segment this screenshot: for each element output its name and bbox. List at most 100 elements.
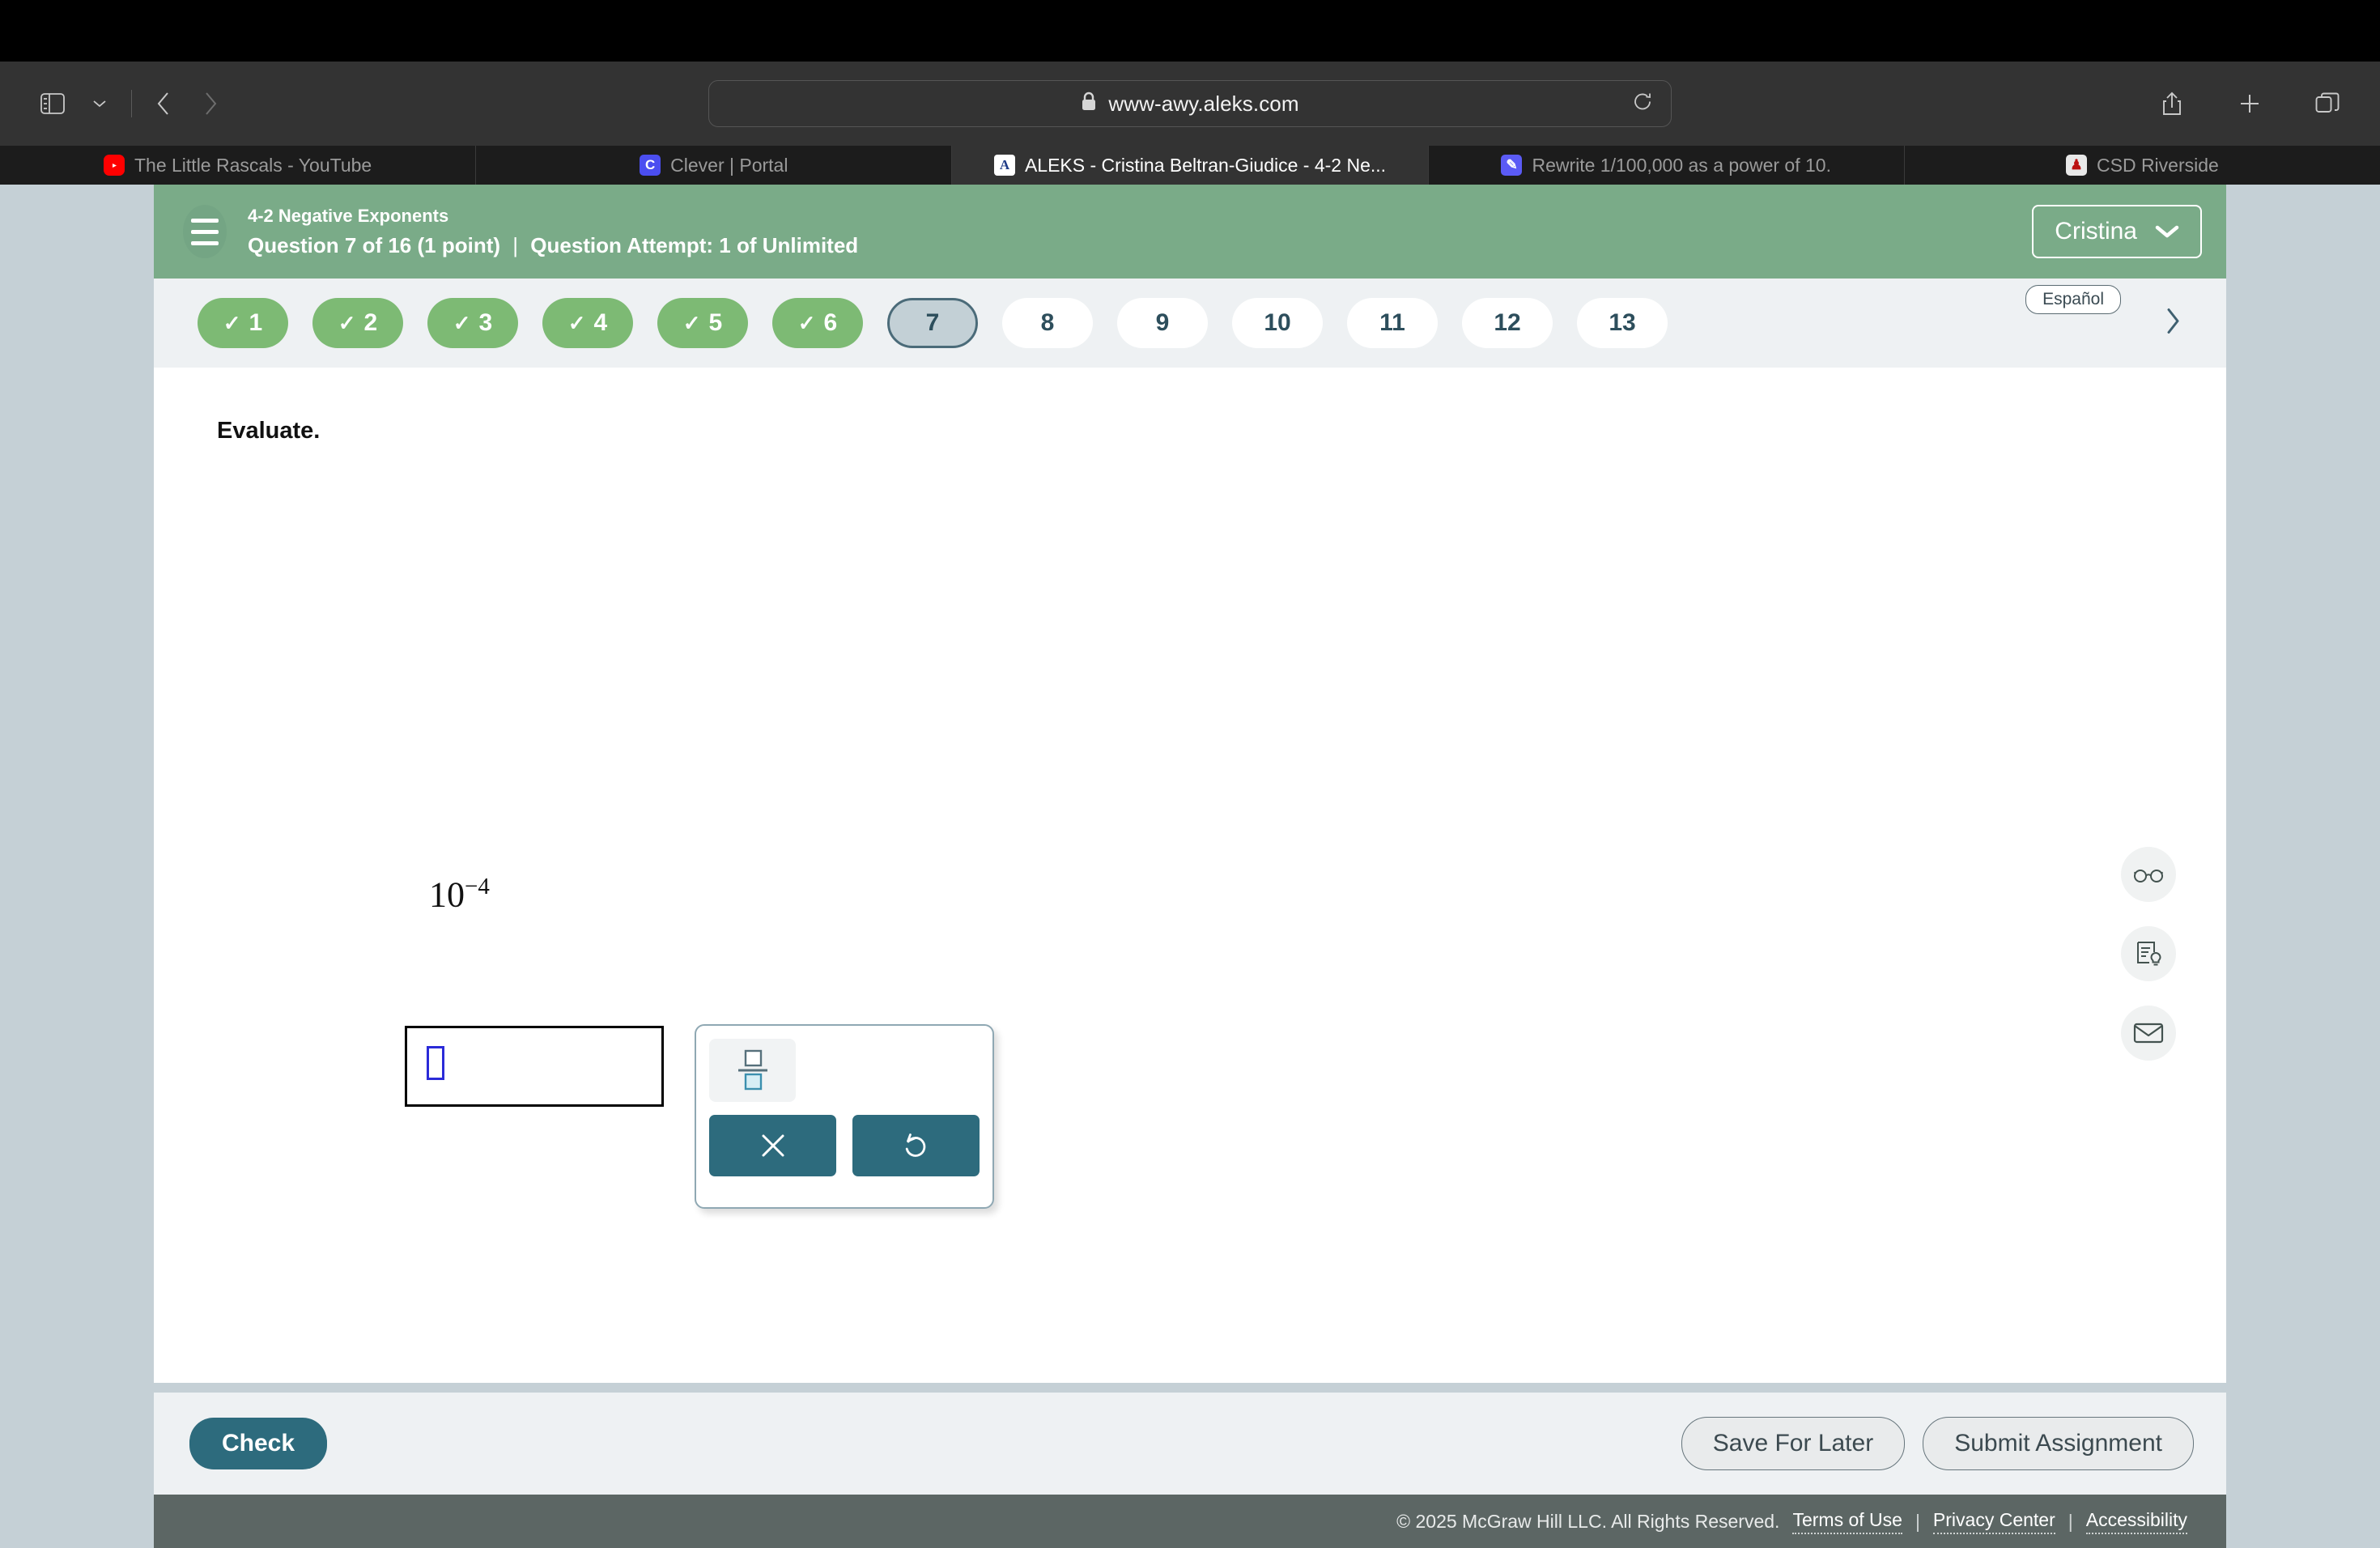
clear-x-icon[interactable] (709, 1115, 836, 1176)
pill-number: 5 (708, 309, 723, 336)
reload-icon[interactable] (1632, 91, 1653, 117)
status-separator: | (512, 232, 519, 257)
copyright-text: © 2025 McGraw Hill LLC. All Rights Reser… (1396, 1510, 1780, 1532)
question-pill-13[interactable]: 13 (1577, 298, 1668, 348)
browser-tab-label: Clever | Portal (670, 154, 788, 176)
window-titlebar (0, 0, 2380, 62)
question-prompt: Evaluate. (217, 418, 321, 444)
espanol-toggle-button[interactable]: Español (2025, 285, 2121, 314)
question-pill-6[interactable]: ✓ 6 (772, 298, 863, 348)
question-pill-12[interactable]: 12 (1462, 298, 1553, 348)
browser-tab[interactable]: ✎ Rewrite 1/100,000 as a power of 10. (1429, 146, 1905, 185)
check-icon: ✓ (223, 310, 241, 335)
question-counter: Question 7 of 16 (1 point) (248, 232, 501, 257)
fraction-template-icon[interactable] (709, 1039, 796, 1102)
pill-number: 4 (593, 309, 608, 336)
question-navigator: ✓ 1 ✓ 2 ✓ 3 ✓ 4 ✓ 5 ✓ 6 7 8 9 10 11 12 1… (154, 279, 2226, 368)
attempt-counter: Question Attempt: 1 of Unlimited (530, 232, 859, 257)
lock-icon (1081, 91, 1097, 116)
question-pill-2[interactable]: ✓ 2 (312, 298, 403, 348)
clever-icon: C (640, 155, 661, 176)
privacy-center-link[interactable]: Privacy Center (1932, 1509, 2055, 1534)
user-menu-button[interactable]: Cristina (2032, 205, 2202, 258)
question-content: Evaluate. 10−4 (154, 368, 2226, 1383)
expression-base: 10 (429, 874, 465, 915)
answer-placeholder-box[interactable] (427, 1046, 444, 1080)
question-pill-9[interactable]: 9 (1117, 298, 1208, 348)
toolbar-divider (131, 90, 132, 117)
question-pill-3[interactable]: ✓ 3 (427, 298, 518, 348)
browser-tab-label: CSD Riverside (2097, 154, 2219, 176)
pill-number: 11 (1379, 309, 1405, 336)
explanation-icon[interactable] (2121, 926, 2176, 981)
pill-number: 6 (823, 309, 838, 336)
math-keypad (695, 1024, 994, 1209)
browser-viewport: 4-2 Negative Exponents Question 7 of 16 … (0, 185, 2380, 1548)
question-pill-10[interactable]: 10 (1232, 298, 1323, 348)
footer-separator: | (2068, 1510, 2073, 1532)
browser-tab[interactable]: C Clever | Portal (476, 146, 953, 185)
terms-of-use-link[interactable]: Terms of Use (1792, 1509, 1902, 1534)
mail-icon[interactable] (2121, 1006, 2176, 1061)
assignment-title: 4-2 Negative Exponents (248, 205, 449, 226)
chevron-down-icon (2155, 218, 2179, 245)
palette-action-row (709, 1115, 980, 1176)
pill-number: 2 (363, 309, 378, 336)
save-for-later-button[interactable]: Save For Later (1681, 1417, 1906, 1470)
question-pill-4[interactable]: ✓ 4 (542, 298, 633, 348)
undo-icon[interactable] (852, 1115, 980, 1176)
back-arrow-icon[interactable] (140, 80, 187, 127)
glasses-icon[interactable] (2121, 847, 2176, 902)
page-footer: © 2025 McGraw Hill LLC. All Rights Reser… (154, 1495, 2226, 1548)
aleks-icon: A (993, 155, 1015, 176)
browser-toolbar: www-awy.aleks.com (0, 62, 2380, 146)
question-status: Question 7 of 16 (1 point) | Question At… (248, 233, 858, 258)
aleks-page: 4-2 Negative Exponents Question 7 of 16 … (154, 185, 2226, 1548)
google-docs-icon: ✎ (1501, 155, 1523, 176)
youtube-icon (103, 155, 125, 176)
browser-tab[interactable]: The Little Rascals - YouTube (0, 146, 477, 185)
math-expression: 10−4 (429, 874, 490, 916)
check-icon: ✓ (338, 310, 356, 335)
pill-number: 9 (1155, 309, 1170, 336)
pill-number: 7 (925, 309, 940, 336)
question-pill-7-current[interactable]: 7 (887, 298, 978, 348)
browser-tab[interactable]: ♟ CSD Riverside (1905, 146, 2380, 185)
plus-icon[interactable] (2226, 80, 2273, 127)
hamburger-menu-icon[interactable] (183, 205, 227, 258)
share-icon[interactable] (2148, 80, 2195, 127)
browser-tab-strip: The Little Rascals - YouTube C Clever | … (0, 146, 2380, 185)
browser-tab-label: Rewrite 1/100,000 as a power of 10. (1532, 154, 1831, 176)
user-name-label: Cristina (2055, 218, 2137, 245)
submit-assignment-button[interactable]: Submit Assignment (1923, 1417, 2194, 1470)
sidebar-toggle-icon[interactable] (29, 80, 76, 127)
pill-number: 13 (1609, 309, 1636, 336)
address-bar[interactable]: www-awy.aleks.com (708, 80, 1672, 127)
answer-input[interactable] (405, 1026, 664, 1107)
browser-tab-active[interactable]: A ALEKS - Cristina Beltran-Giudice - 4-2… (952, 146, 1429, 185)
pill-number: 1 (249, 309, 263, 336)
assignment-header: 4-2 Negative Exponents Question 7 of 16 … (154, 185, 2226, 279)
check-icon: ✓ (682, 310, 701, 335)
pill-number: 8 (1040, 309, 1055, 336)
footer-separator: | (1915, 1510, 1920, 1532)
browser-tab-label: ALEKS - Cristina Beltran-Giudice - 4-2 N… (1024, 154, 1387, 176)
pill-number: 12 (1494, 309, 1521, 336)
action-bar: Check Save For Later Submit Assignment (154, 1393, 2226, 1495)
secondary-actions: Save For Later Submit Assignment (1681, 1417, 2194, 1470)
url-text: www-awy.aleks.com (1108, 91, 1299, 116)
question-pill-5[interactable]: ✓ 5 (657, 298, 748, 348)
question-pill-8[interactable]: 8 (1002, 298, 1093, 348)
chevron-right-icon[interactable] (2165, 308, 2181, 339)
check-button[interactable]: Check (189, 1418, 328, 1469)
question-pill-11[interactable]: 11 (1347, 298, 1438, 348)
header-text-block: 4-2 Negative Exponents Question 7 of 16 … (248, 206, 858, 258)
sidebar-chevron-down-icon[interactable] (76, 80, 123, 127)
csd-riverside-icon: ♟ (2066, 155, 2087, 176)
forward-arrow-icon[interactable] (187, 80, 234, 127)
tab-overview-icon[interactable] (2304, 80, 2351, 127)
content-divider (154, 1383, 2226, 1393)
question-pill-1[interactable]: ✓ 1 (198, 298, 288, 348)
check-icon: ✓ (453, 310, 471, 335)
accessibility-link[interactable]: Accessibility (2085, 1509, 2187, 1534)
